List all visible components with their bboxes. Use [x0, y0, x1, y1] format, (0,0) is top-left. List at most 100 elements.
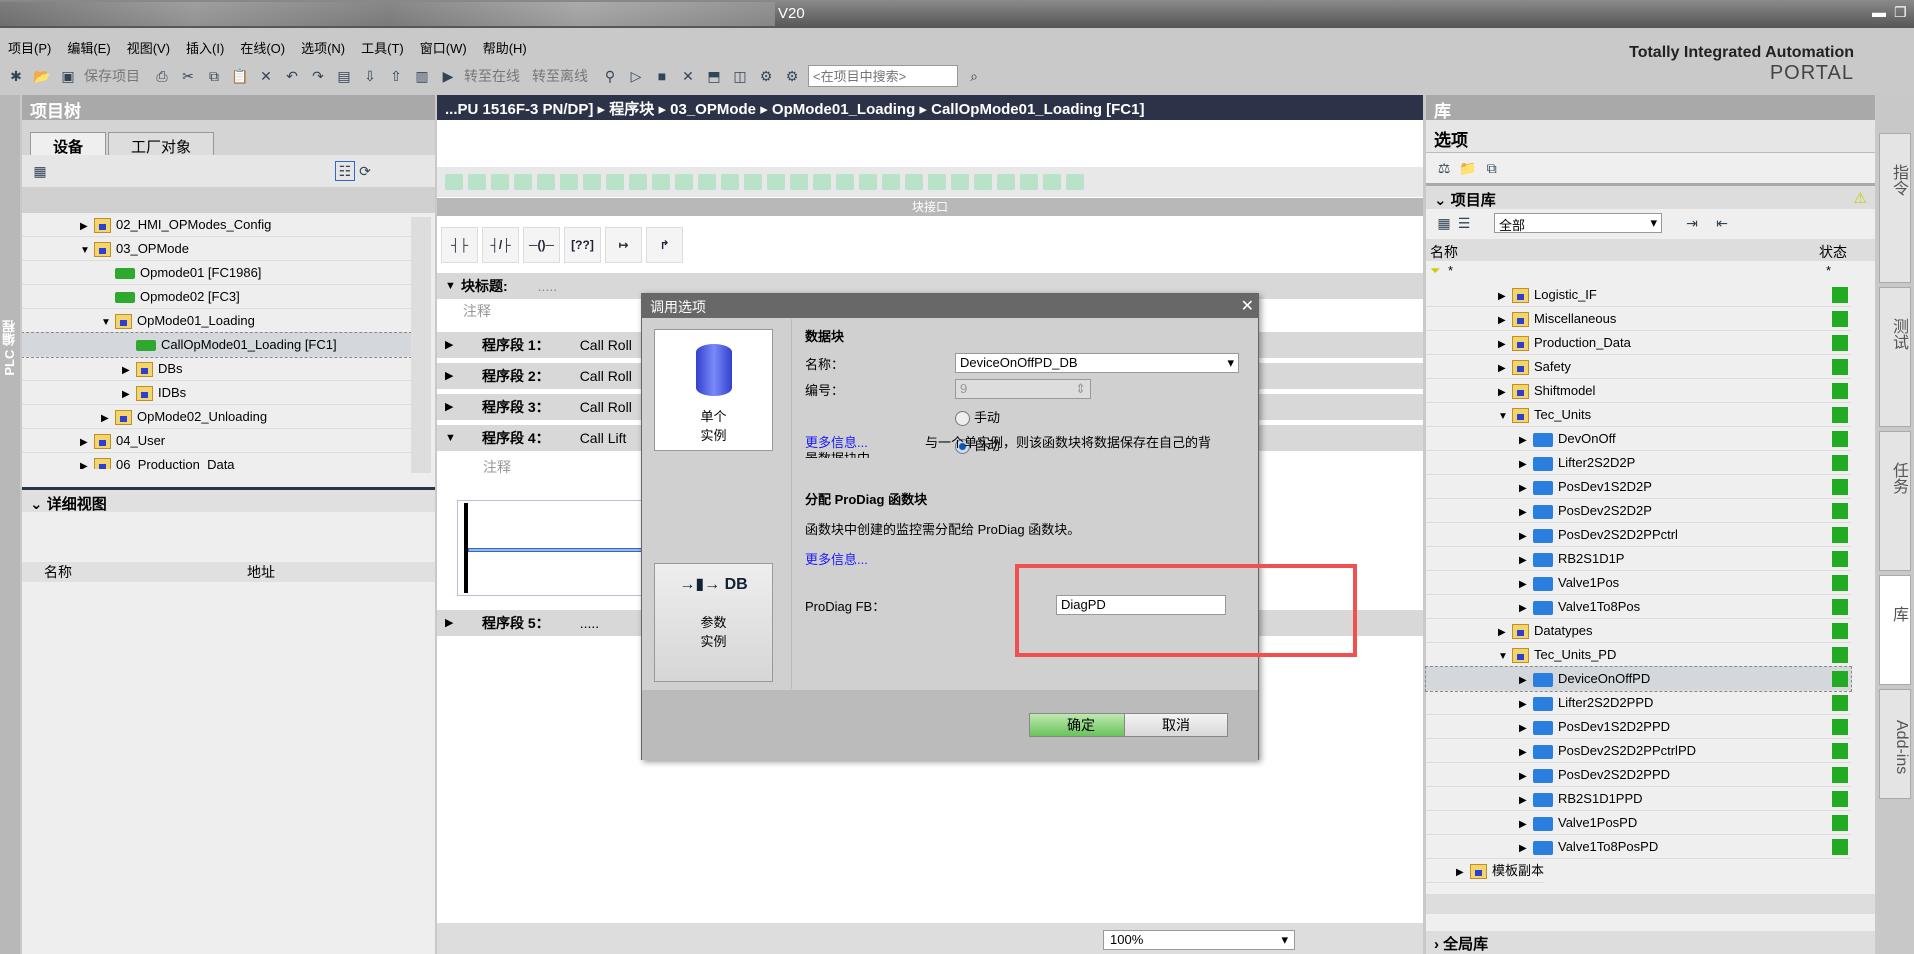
tool-icon[interactable]: [537, 174, 555, 190]
name-filter[interactable]: *: [1448, 263, 1453, 278]
collapse-arrow-icon[interactable]: ▼: [1498, 645, 1512, 669]
expand-arrow-icon[interactable]: ▶: [1519, 477, 1533, 501]
tool-icon[interactable]: [721, 174, 739, 190]
project-library-header[interactable]: ⌄ 项目库 ⚠: [1426, 183, 1875, 209]
tool-icon[interactable]: [652, 174, 670, 190]
expand-arrow-icon[interactable]: ▶: [1519, 453, 1533, 477]
expand-arrow-icon[interactable]: ▶: [1519, 525, 1533, 549]
library-item[interactable]: ▶ RB2S1D1PPD: [1426, 787, 1851, 811]
expand-arrow-icon[interactable]: ▶: [1498, 381, 1512, 405]
expand-arrow-icon[interactable]: ▶: [1519, 573, 1533, 597]
export-icon[interactable]: ⇥: [1682, 213, 1702, 233]
expand-arrow-icon[interactable]: ▶: [1498, 357, 1512, 381]
download-icon[interactable]: ⇩: [360, 66, 380, 86]
tab-devices[interactable]: 设备: [30, 132, 107, 156]
library-item[interactable]: ▶ PosDev2S2D2PPD: [1426, 763, 1851, 787]
collapse-arrow-icon[interactable]: ▼: [80, 239, 94, 263]
tab-tasks[interactable]: 任务: [1879, 431, 1911, 571]
expand-arrow-icon[interactable]: ▶: [1498, 285, 1512, 309]
db-number-spinner[interactable]: 9 ⇕: [955, 379, 1091, 399]
empty-box-icon[interactable]: [??]: [564, 227, 601, 263]
expand-arrow-icon[interactable]: ▶: [1519, 693, 1533, 717]
tool-icon[interactable]: [445, 174, 463, 190]
network-comment[interactable]: 注释: [483, 457, 511, 477]
block-interface-bar[interactable]: 块接口: [437, 198, 1423, 216]
library-item[interactable]: ▶ RB2S1D1P: [1426, 547, 1851, 571]
tool-icon[interactable]: [560, 174, 578, 190]
crumb[interactable]: 03_OPMode: [670, 101, 756, 118]
no-contact-icon[interactable]: ┤├: [441, 227, 478, 263]
split-vertical-icon[interactable]: ◫: [730, 66, 750, 86]
global-library-header[interactable]: › 全局库: [1426, 931, 1875, 954]
library-h-scrollbar[interactable]: [1426, 894, 1875, 914]
runtime-icon[interactable]: ▶: [438, 66, 458, 86]
tool-icon[interactable]: [790, 174, 808, 190]
search-binoculars-icon[interactable]: ⌕: [964, 66, 984, 86]
tool-icon[interactable]: [675, 174, 693, 190]
expand-arrow-icon[interactable]: ▶: [1519, 741, 1533, 765]
expand-arrow-icon[interactable]: ▶: [122, 383, 136, 407]
start-cpu-icon[interactable]: ▷: [626, 66, 646, 86]
tab-libraries[interactable]: 库: [1879, 575, 1911, 685]
tool-icon[interactable]: [997, 174, 1015, 190]
save-icon[interactable]: ▣: [58, 66, 78, 86]
project_tree-item[interactable]: ▶ 06_Production_Data: [22, 453, 411, 469]
prodiag-fb-input[interactable]: DiagPD: [1056, 595, 1226, 615]
menu-tools[interactable]: 工具(T): [353, 34, 412, 58]
zoom-select[interactable]: 100% ▾: [1103, 930, 1295, 950]
project_tree-item[interactable]: Opmode02 [FC3]: [22, 285, 411, 309]
tool-icon[interactable]: [928, 174, 946, 190]
restore-button[interactable]: ❐: [1894, 4, 1907, 21]
expand-arrow-icon[interactable]: ▶: [80, 215, 94, 239]
branch-open-icon[interactable]: ↦: [605, 227, 642, 263]
undo-icon[interactable]: ↶: [282, 66, 302, 86]
tool-icon[interactable]: [1043, 174, 1061, 190]
new-project-icon[interactable]: ✱: [6, 66, 26, 86]
expand-arrow-icon[interactable]: ▶: [101, 407, 115, 431]
project_tree-item[interactable]: CallOpMode01_Loading [FC1]: [22, 332, 412, 358]
library-item[interactable]: ▼ Tec_Units_PD: [1426, 643, 1851, 667]
library-item[interactable]: ▶ PosDev1S2D2PPD: [1426, 715, 1851, 739]
compile-icon[interactable]: ▤: [334, 66, 354, 86]
redo-icon[interactable]: ↷: [308, 66, 328, 86]
library-item[interactable]: ▶ PosDev2S2D2P: [1426, 499, 1851, 523]
project_tree-item[interactable]: ▶ IDBs: [22, 381, 411, 405]
save-project-button[interactable]: 保存项目: [84, 66, 140, 86]
collapse-arrow-icon[interactable]: ▼: [1498, 405, 1512, 429]
nc-contact-icon[interactable]: ┤/├: [482, 227, 519, 263]
crumb[interactable]: OpMode01_Loading: [772, 101, 915, 118]
expand-arrow-icon[interactable]: ▶: [1498, 621, 1512, 645]
tab-instructions[interactable]: 指令: [1879, 133, 1911, 283]
expand-arrow-icon[interactable]: ▶: [1519, 765, 1533, 789]
expand-arrow-icon[interactable]: ▶: [1519, 837, 1533, 861]
menu-view[interactable]: 视图(V): [119, 34, 178, 58]
library-item[interactable]: ▶ DeviceOnOffPD: [1425, 666, 1852, 692]
project_tree-item[interactable]: ▼ OpMode01_Loading: [22, 309, 411, 333]
library-item-template[interactable]: ▶ 模板副本: [1426, 859, 1545, 883]
project_tree-item[interactable]: ▼ 03_OPMode: [22, 237, 411, 261]
minimize-button[interactable]: ▬: [1872, 4, 1886, 20]
refresh-icon[interactable]: ⟳: [355, 161, 375, 181]
expand-arrow-icon[interactable]: ▶: [1498, 333, 1512, 357]
simulate-icon[interactable]: ▥: [412, 66, 432, 86]
collapse-arrow-icon[interactable]: ▼: [101, 311, 115, 335]
expand-arrow-icon[interactable]: ▶: [80, 431, 94, 455]
library-item[interactable]: ▶ Production_Data: [1426, 331, 1851, 355]
tree-add-icon[interactable]: ▦: [30, 161, 50, 181]
tool-icon[interactable]: [629, 174, 647, 190]
tool-icon[interactable]: [882, 174, 900, 190]
library-item[interactable]: ▶ Valve1To8PosPD: [1426, 835, 1851, 859]
block-comment[interactable]: 注释: [463, 301, 491, 321]
add-folder-icon[interactable]: ▦: [1434, 213, 1454, 233]
tool-icon[interactable]: [813, 174, 831, 190]
filter-clear-icon[interactable]: ⏷: [1430, 263, 1440, 279]
library-item[interactable]: ▶ Valve1Pos: [1426, 571, 1851, 595]
menu-online[interactable]: 在线(O): [232, 34, 293, 58]
crumb[interactable]: CallOpMode01_Loading [FC1]: [931, 101, 1144, 118]
library-item[interactable]: ▶ Safety: [1426, 355, 1851, 379]
menu-window[interactable]: 窗口(W): [412, 34, 475, 58]
more-info-link-2[interactable]: 更多信息...: [805, 549, 868, 568]
library-item[interactable]: ▶ Lifter2S2D2PPD: [1426, 691, 1851, 715]
expand-arrow-icon[interactable]: ▶: [1519, 789, 1533, 813]
menu-insert[interactable]: 插入(I): [178, 34, 232, 58]
